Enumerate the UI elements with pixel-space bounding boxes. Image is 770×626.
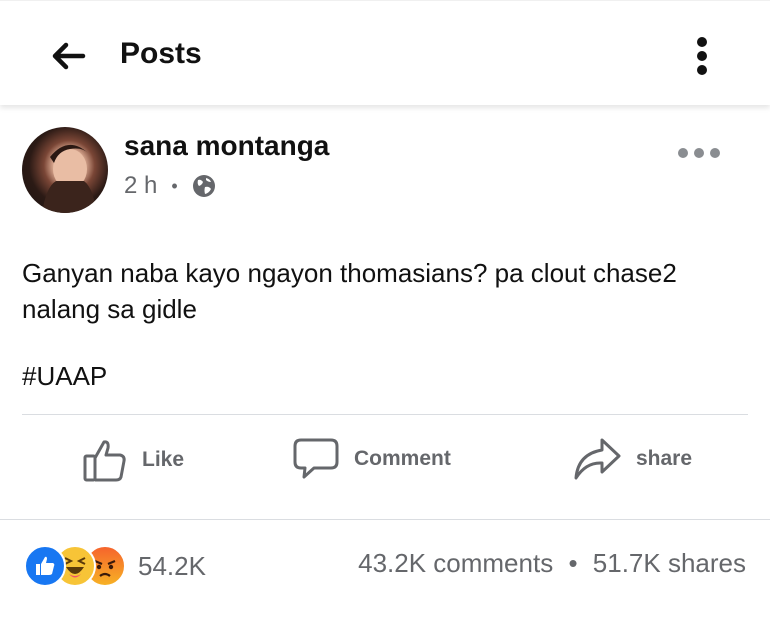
avatar[interactable] — [22, 127, 108, 213]
like-reaction-icon — [24, 545, 66, 587]
app-header: Posts — [0, 0, 770, 105]
page-title: Posts — [120, 37, 202, 70]
like-label: Like — [142, 448, 185, 471]
kebab-menu-icon[interactable] — [690, 37, 714, 77]
author-name[interactable]: sana montanga — [124, 130, 329, 162]
share-arrow-icon — [574, 438, 621, 480]
reactions-summary[interactable]: 54.2K — [24, 545, 206, 587]
globe-icon — [192, 175, 215, 197]
more-options-icon[interactable] — [678, 148, 720, 158]
comments-count[interactable]: 43.2K comments — [358, 548, 553, 578]
back-arrow-icon — [52, 42, 86, 70]
comment-label: Comment — [354, 447, 451, 470]
meta-separator: • — [171, 175, 178, 196]
shares-count[interactable]: 51.7K shares — [593, 548, 746, 578]
share-button[interactable]: share — [572, 436, 692, 482]
hashtag-link[interactable]: #UAAP — [22, 361, 107, 392]
engagement-stats: 43.2K comments • 51.7K shares — [358, 548, 746, 579]
back-button[interactable] — [50, 41, 86, 71]
comment-bubble-icon — [293, 438, 339, 479]
post-time[interactable]: 2 h — [124, 172, 157, 200]
post-meta: 2 h • — [124, 172, 216, 200]
divider — [0, 519, 770, 520]
post-text: Ganyan naba kayo ngayon thomasians? pa c… — [22, 258, 677, 324]
action-bar: Like Comment share — [0, 436, 770, 496]
like-button[interactable]: Like — [82, 436, 184, 484]
share-label: share — [636, 447, 693, 470]
comment-button[interactable]: Comment — [292, 436, 451, 482]
stats-separator: • — [568, 548, 578, 578]
reaction-count: 54.2K — [138, 550, 206, 581]
divider — [22, 414, 748, 415]
avatar-photo — [42, 144, 96, 213]
thumbs-up-icon — [83, 440, 126, 482]
